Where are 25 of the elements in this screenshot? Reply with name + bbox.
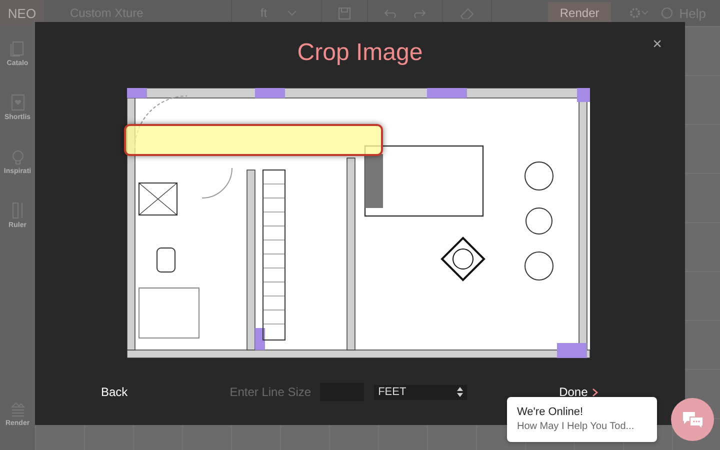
line-size-label: Enter Line Size bbox=[230, 385, 312, 399]
help-icon[interactable] bbox=[661, 7, 674, 19]
dialog-title: Crop Image bbox=[297, 39, 423, 67]
save-icon[interactable] bbox=[338, 6, 352, 20]
back-button[interactable]: Back bbox=[101, 385, 128, 399]
chevron-down-icon[interactable] bbox=[641, 10, 650, 16]
done-button[interactable]: Done bbox=[559, 385, 598, 399]
chevron-right-icon bbox=[592, 388, 598, 396]
chat-title: We're Online! bbox=[517, 406, 584, 418]
heart-document-icon[interactable] bbox=[8, 94, 26, 111]
chat-icon bbox=[682, 410, 704, 428]
crop-selection[interactable] bbox=[124, 124, 383, 156]
render-icon[interactable] bbox=[8, 400, 26, 417]
close-button[interactable]: × bbox=[650, 36, 665, 54]
redo-icon[interactable] bbox=[412, 8, 426, 18]
unit-select[interactable]: FEET bbox=[374, 384, 468, 400]
chat-bubble[interactable]: We're Online! How May I Help You Tod... bbox=[507, 397, 657, 442]
app-logo[interactable]: NEO bbox=[0, 0, 44, 26]
render-button[interactable]: Render bbox=[548, 2, 612, 24]
eraser-icon[interactable] bbox=[459, 7, 476, 19]
undo-icon[interactable] bbox=[384, 8, 398, 18]
chat-message: How May I Help You Tod... bbox=[517, 421, 636, 432]
updown-arrows-icon bbox=[457, 387, 464, 397]
catalog-icon[interactable] bbox=[8, 40, 26, 57]
chevron-down-icon[interactable] bbox=[287, 10, 298, 16]
